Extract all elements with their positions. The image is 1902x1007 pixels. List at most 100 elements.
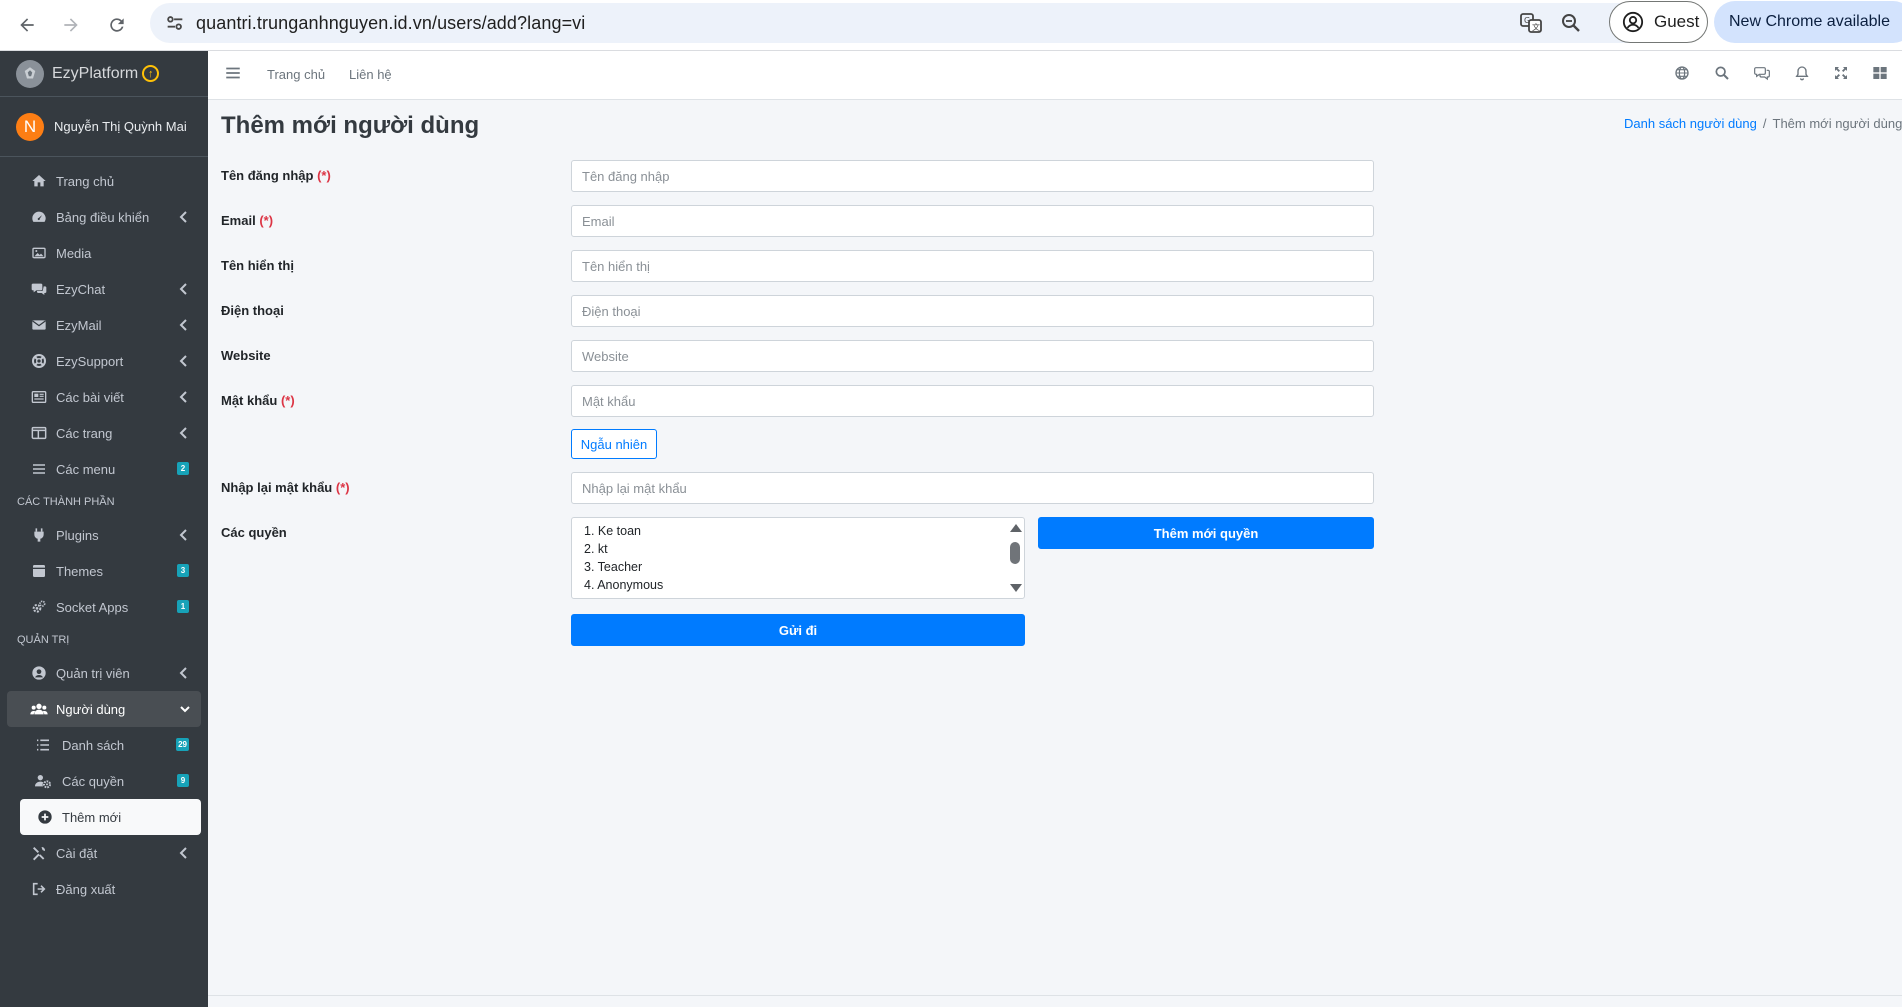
sidebar-item-label: Đăng xuất	[56, 881, 116, 897]
role-option[interactable]: 2. kt	[572, 540, 1024, 558]
count-badge: 2	[177, 462, 189, 475]
sidebar-item-ezymail[interactable]: EzyMail	[7, 307, 201, 343]
url-text[interactable]: quantri.trunganhnguyen.id.vn/users/add?l…	[196, 13, 585, 34]
role-option[interactable]: 1. Ke toan	[572, 522, 1024, 540]
hamburger-icon[interactable]	[224, 64, 244, 86]
home-icon	[30, 172, 48, 190]
translate-icon[interactable]: G文	[1519, 11, 1543, 35]
sidebar-item-ezysupport[interactable]: EzySupport	[7, 343, 201, 379]
user-name: Nguyễn Thị Quỳnh Mai	[54, 119, 187, 134]
chevron-left-icon	[179, 354, 189, 368]
scroll-down-arrow-icon[interactable]	[1010, 584, 1022, 592]
life-ring-icon	[30, 352, 48, 370]
site-settings-icon[interactable]	[164, 12, 186, 34]
sidebar-item-add-user[interactable]: Thêm mới	[20, 799, 201, 835]
sidebar-item-label: Bảng điều khiển	[56, 209, 150, 225]
sidebar-item-home[interactable]: Trang chủ	[7, 163, 201, 199]
chevron-left-icon	[179, 318, 189, 332]
image-icon	[30, 244, 48, 262]
sidebar-item-ezychat[interactable]: EzyChat	[7, 271, 201, 307]
website-input[interactable]	[571, 340, 1374, 372]
display-name-input[interactable]	[571, 250, 1374, 282]
chevron-left-icon	[179, 282, 189, 296]
fullscreen-icon[interactable]	[1833, 65, 1851, 83]
section-header: CÁC THÀNH PHẦN	[17, 496, 115, 508]
sidebar-item-media[interactable]: Media	[7, 235, 201, 271]
envelope-icon	[30, 316, 48, 334]
role-option[interactable]: 4. Anonymous	[572, 576, 1024, 594]
random-password-button[interactable]: Ngẫu nhiên	[571, 429, 657, 459]
sidebar-item-label: EzyMail	[56, 317, 102, 333]
svg-text:G: G	[1524, 16, 1530, 25]
chrome-update-button[interactable]: New Chrome available	[1714, 1, 1902, 43]
brand-link[interactable]: EzyPlatform ↑	[0, 51, 208, 97]
breadcrumb: Danh sách người dùng / Thêm mới người dùng	[1624, 116, 1902, 131]
bell-icon[interactable]	[1794, 65, 1812, 83]
breadcrumb-parent-link[interactable]: Danh sách người dùng	[1624, 116, 1757, 131]
sidebar-item-label: Thêm mới	[62, 809, 122, 825]
theme-icon	[30, 562, 48, 580]
sidebar-item-posts[interactable]: Các bài viết	[7, 379, 201, 415]
password-input[interactable]	[571, 385, 1374, 417]
sidebar-item-themes[interactable]: Themes 3	[7, 553, 201, 589]
sidebar: EzyPlatform ↑ N Nguyễn Thị Quỳnh Mai Tra…	[0, 51, 208, 1007]
required-mark: (*)	[259, 213, 274, 228]
sidebar-item-label: Người dùng	[56, 701, 126, 717]
sidebar-item-pages[interactable]: Các trang	[7, 415, 201, 451]
add-role-button[interactable]: Thêm mới quyền	[1038, 517, 1374, 549]
zoom-icon[interactable]	[1559, 11, 1583, 35]
messages-icon[interactable]	[1754, 65, 1772, 83]
users-cog-icon	[34, 772, 52, 790]
display-name-label: Tên hiển thị	[221, 258, 294, 273]
sidebar-item-label: Media	[56, 245, 92, 261]
footer-divider	[208, 995, 1902, 996]
upgrade-icon[interactable]: ↑	[142, 65, 160, 82]
back-icon[interactable]	[12, 10, 42, 40]
guest-profile-button[interactable]: Guest	[1609, 1, 1708, 43]
sidebar-item-label: EzySupport	[56, 353, 124, 369]
address-bar[interactable]: quantri.trunganhnguyen.id.vn/users/add?l…	[150, 3, 1705, 43]
required-mark: (*)	[280, 393, 295, 408]
sidebar-item-user-list[interactable]: Danh sách 29	[7, 727, 201, 763]
chevron-left-icon	[179, 210, 189, 224]
email-input[interactable]	[571, 205, 1374, 237]
sidebar-item-users[interactable]: Người dùng	[7, 691, 201, 727]
top-link-home[interactable]: Trang chủ	[267, 67, 325, 82]
sidebar-item-label: Plugins	[56, 527, 99, 543]
forward-icon[interactable]	[56, 10, 86, 40]
username-input[interactable]	[571, 160, 1374, 192]
top-link-contact[interactable]: Liên hệ	[349, 67, 392, 82]
sidebar-item-label: Socket Apps	[56, 599, 129, 615]
sidebar-item-logout[interactable]: Đăng xuất	[7, 871, 201, 907]
sidebar-item-admins[interactable]: Quản trị viên	[7, 655, 201, 691]
sidebar-item-plugins[interactable]: Plugins	[7, 517, 201, 553]
sidebar-item-settings[interactable]: Cài đặt	[7, 835, 201, 871]
user-panel[interactable]: N Nguyễn Thị Quỳnh Mai	[0, 97, 208, 157]
sidebar-item-socket-apps[interactable]: Socket Apps 1	[7, 589, 201, 625]
scroll-up-arrow-icon[interactable]	[1010, 524, 1022, 532]
submit-button[interactable]: Gửi đi	[571, 614, 1025, 646]
newspaper-icon	[30, 388, 48, 406]
password-label: Mật khẩu (*)	[221, 393, 295, 408]
chevron-left-icon	[179, 846, 189, 860]
role-option[interactable]: 3. Teacher	[572, 558, 1024, 576]
confirm-password-input[interactable]	[571, 472, 1374, 504]
list-icon	[34, 736, 52, 754]
scroll-thumb[interactable]	[1010, 542, 1020, 564]
count-badge: 1	[177, 600, 189, 613]
globe-icon[interactable]	[1674, 65, 1692, 83]
plug-icon	[30, 526, 48, 544]
sidebar-item-label: Cài đặt	[56, 845, 98, 861]
sidebar-item-roles[interactable]: Các quyền 9	[7, 763, 201, 799]
email-label: Email (*)	[221, 213, 273, 228]
sidebar-item-dashboard[interactable]: Bảng điều khiển	[7, 199, 201, 235]
chevron-left-icon	[179, 426, 189, 440]
phone-input[interactable]	[571, 295, 1374, 327]
count-badge: 3	[177, 564, 189, 577]
roles-multiselect[interactable]: 1. Ke toan 2. kt 3. Teacher 4. Anonymous	[571, 517, 1025, 599]
reload-icon[interactable]	[102, 10, 132, 40]
sidebar-item-menus[interactable]: Các menu 2	[7, 451, 201, 487]
search-icon[interactable]	[1714, 65, 1732, 83]
roles-scrollbar[interactable]	[1006, 518, 1024, 598]
grid-icon[interactable]	[1872, 65, 1890, 83]
